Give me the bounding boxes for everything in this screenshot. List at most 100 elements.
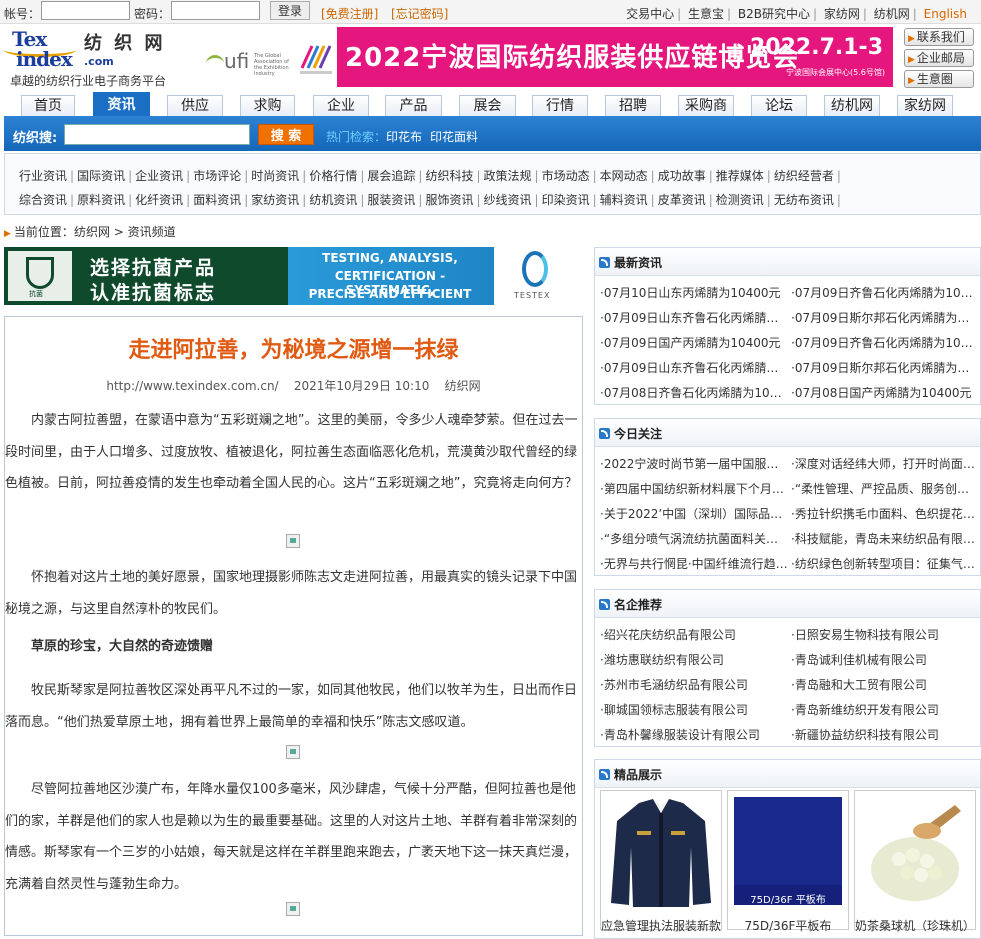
latest-news-link[interactable]: ·07月09日齐鲁石化丙烯腈为10400元 [791, 284, 975, 301]
nav-tab-supply[interactable]: 供应 [167, 95, 223, 116]
latest-news-link[interactable]: ·07月08日齐鲁石化丙烯腈为10400元 [600, 384, 788, 401]
password-input[interactable] [171, 1, 260, 20]
enterprise-link[interactable]: ·青岛融和大工贸有限公司 [791, 676, 975, 693]
today-focus-link[interactable]: ·“柔性管理、严控品质、服务创新” [791, 480, 975, 497]
expo-banner[interactable]: 2022宁波国际纺织服装供应链博览会 2022.7.1-3 宁波国际会展中心(5… [337, 27, 893, 87]
nav-tab-forum[interactable]: 论坛 [751, 95, 807, 116]
channel-link[interactable]: 国际资讯 [77, 169, 125, 183]
english-link[interactable]: English [924, 7, 967, 21]
channel-link[interactable]: 纺机资讯 [309, 193, 357, 207]
register-link[interactable]: [免费注册] [321, 5, 378, 22]
breadcrumb-current-link[interactable]: 资讯频道 [128, 225, 176, 239]
nav-tab-purchase[interactable]: 求购 [240, 95, 295, 116]
top-link-trade-center[interactable]: 交易中心 [626, 7, 674, 21]
enterprise-link[interactable]: ·绍兴花庆纺织品有限公司 [600, 626, 788, 643]
channel-link[interactable]: 纱线资讯 [484, 193, 532, 207]
business-circle-button[interactable]: ▶ 生意圈 [904, 70, 974, 88]
latest-news-link[interactable]: ·07月09日山东齐鲁石化丙烯腈为10400元 [600, 359, 788, 376]
hot-term-link[interactable]: 印花面料 [430, 128, 478, 145]
nav-tab-exhibition[interactable]: 展会 [459, 95, 516, 116]
hot-term-link[interactable]: 印花布 [386, 128, 422, 145]
latest-news-link[interactable]: ·07月09日齐鲁石化丙烯腈为10400元 [791, 334, 975, 351]
channel-link[interactable]: 皮革资讯 [658, 193, 706, 207]
breadcrumb-home-link[interactable]: 纺织网 [74, 225, 110, 239]
today-focus-link[interactable]: ·2022宁波时尚节第一届中国服装设计大赛 [600, 455, 788, 472]
nav-tab-textile-machinery[interactable]: 纺机网 [824, 95, 880, 116]
top-link-b2b-research[interactable]: B2B研究中心 [738, 7, 810, 21]
enterprise-link[interactable]: ·青岛朴馨缘服装设计有限公司 [600, 726, 788, 743]
channel-link[interactable]: 原料资讯 [77, 193, 125, 207]
today-focus-link[interactable]: ·深度对话经纬大师，打开时尚面料新视野 [791, 455, 975, 472]
enterprise-mail-button[interactable]: ▶ 企业邮局 [904, 49, 974, 67]
channel-link[interactable]: 印染资讯 [542, 193, 590, 207]
latest-news-link[interactable]: ·07月09日国产丙烯腈为10400元 [600, 334, 788, 351]
enterprise-link[interactable]: ·青岛诚利佳机械有限公司 [791, 651, 975, 668]
today-focus-link[interactable]: ·科技赋能，青岛未来纺织品有限公司 [791, 530, 975, 547]
channel-link[interactable]: 本网动态 [600, 169, 648, 183]
nav-tab-home[interactable]: 首页 [21, 95, 75, 116]
top-link-home-textile[interactable]: 家纺网 [824, 7, 860, 21]
latest-news-link[interactable]: ·07月09日斯尔邦石化丙烯腈为10400元 [791, 359, 975, 376]
testex-ad[interactable]: TESTING, ANALYSIS, CERTIFICATION - SYSTE… [288, 247, 582, 305]
latest-news-link[interactable]: ·07月10日山东丙烯腈为10400元 [600, 284, 788, 301]
channel-link[interactable]: 行业资讯 [19, 169, 67, 183]
channel-link[interactable]: 时尚资讯 [251, 169, 299, 183]
enterprise-link[interactable]: ·聊城国领标志服装有限公司 [600, 701, 788, 718]
enterprise-link[interactable]: ·潍坊惠联纺织有限公司 [600, 651, 788, 668]
forgot-password-link[interactable]: [忘记密码] [391, 5, 448, 22]
channel-link[interactable]: 政策法规 [484, 169, 532, 183]
channel-link[interactable]: 推荐媒体 [716, 169, 764, 183]
account-input[interactable] [41, 1, 130, 20]
enterprise-link[interactable]: ·青岛新维纺织开发有限公司 [791, 701, 975, 718]
latest-news-link[interactable]: ·07月09日山东齐鲁石化丙烯腈为10400元 [600, 309, 788, 326]
top-link-textile-machinery[interactable]: 纺机网 [874, 7, 910, 21]
channel-link[interactable]: 成功故事 [658, 169, 706, 183]
enterprise-link[interactable]: ·日照安易生物科技有限公司 [791, 626, 975, 643]
channel-link[interactable]: 化纤资讯 [135, 193, 183, 207]
product-card[interactable]: 奶茶桑球机（珍珠机） [854, 790, 976, 933]
channel-link[interactable]: 市场评论 [193, 169, 241, 183]
channel-link[interactable]: 市场动态 [542, 169, 590, 183]
nav-tab-jobs[interactable]: 招聘 [605, 95, 661, 116]
search-button[interactable]: 搜 索 [258, 124, 314, 145]
nav-tab-products[interactable]: 产品 [385, 95, 442, 116]
nav-tab-home-textile[interactable]: 家纺网 [897, 95, 953, 116]
nav-tab-market[interactable]: 行情 [532, 95, 588, 116]
channel-link[interactable]: 检测资讯 [716, 193, 764, 207]
today-focus-link[interactable]: ·关于2022’中国（深圳）国际品牌服装服饰交易会 [600, 505, 788, 522]
product-card[interactable]: 75D/36F 平板布 75D/36F平板布 [727, 790, 849, 933]
today-focus-link[interactable]: ·秀拉针织携毛巾面料、色织提花面料亮相 [791, 505, 975, 522]
antibacterial-ad[interactable]: 抗菌 选择抗菌产品 认准抗菌标志 [4, 247, 288, 305]
top-links: 交易中心 | 生意宝 | B2B研究中心 | 家纺网 | 纺机网 | English [626, 7, 967, 21]
latest-news-link[interactable]: ·07月09日斯尔邦石化丙烯腈为10400元 [791, 309, 975, 326]
nav-tab-enterprise[interactable]: 企业 [313, 95, 369, 116]
channel-link[interactable]: 家纺资讯 [251, 193, 299, 207]
login-button[interactable]: 登录 [270, 1, 310, 20]
nav-tab-news[interactable]: 资讯 [93, 92, 150, 116]
today-focus-link[interactable]: ·第四届中国纺织新材料展下个月开幕 [600, 480, 788, 497]
search-input[interactable] [64, 124, 250, 145]
channel-link[interactable]: 服装资讯 [367, 193, 415, 207]
today-focus-link[interactable]: ·“多组分喷气涡流纺抗菌面料关键技术” [600, 530, 788, 547]
channel-link[interactable]: 辅料资讯 [600, 193, 648, 207]
product-card[interactable]: 应急管理执法服装新款 [600, 790, 722, 933]
channel-link[interactable]: 纺织科技 [425, 169, 473, 183]
channel-link[interactable]: 展会追踪 [367, 169, 415, 183]
nav-tab-buyers[interactable]: 采购商 [678, 95, 734, 116]
channel-link[interactable]: 服饰资讯 [425, 193, 473, 207]
enterprise-link[interactable]: ·苏州市毛涵纺织品有限公司 [600, 676, 788, 693]
site-logo[interactable]: Tex index .com 纺 织 网 卓越的纺织行业电子商务平台 [4, 27, 179, 89]
latest-news-link[interactable]: ·07月08日国产丙烯腈为10400元 [791, 384, 975, 401]
channel-link[interactable]: 纺织经营者 [774, 169, 834, 183]
channel-link[interactable]: 面料资讯 [193, 193, 241, 207]
channel-link[interactable]: 企业资讯 [135, 169, 183, 183]
top-link-shengyibao[interactable]: 生意宝 [688, 7, 724, 21]
article-source-url[interactable]: http://www.texindex.com.cn/ [106, 379, 278, 393]
today-focus-link[interactable]: ·无界与共行惘昆·中国纤维流行趋势发布 [600, 555, 788, 572]
channel-link[interactable]: 无纺布资讯 [774, 193, 834, 207]
contact-us-button[interactable]: ▶ 联系我们 [904, 28, 974, 46]
channel-link[interactable]: 价格行情 [309, 169, 357, 183]
channel-link[interactable]: 综合资讯 [19, 193, 67, 207]
enterprise-link[interactable]: ·新疆协益纺织科技有限公司 [791, 726, 975, 743]
today-focus-link[interactable]: ·纺织绿色创新转型项目：征集气候行动 [791, 555, 975, 572]
